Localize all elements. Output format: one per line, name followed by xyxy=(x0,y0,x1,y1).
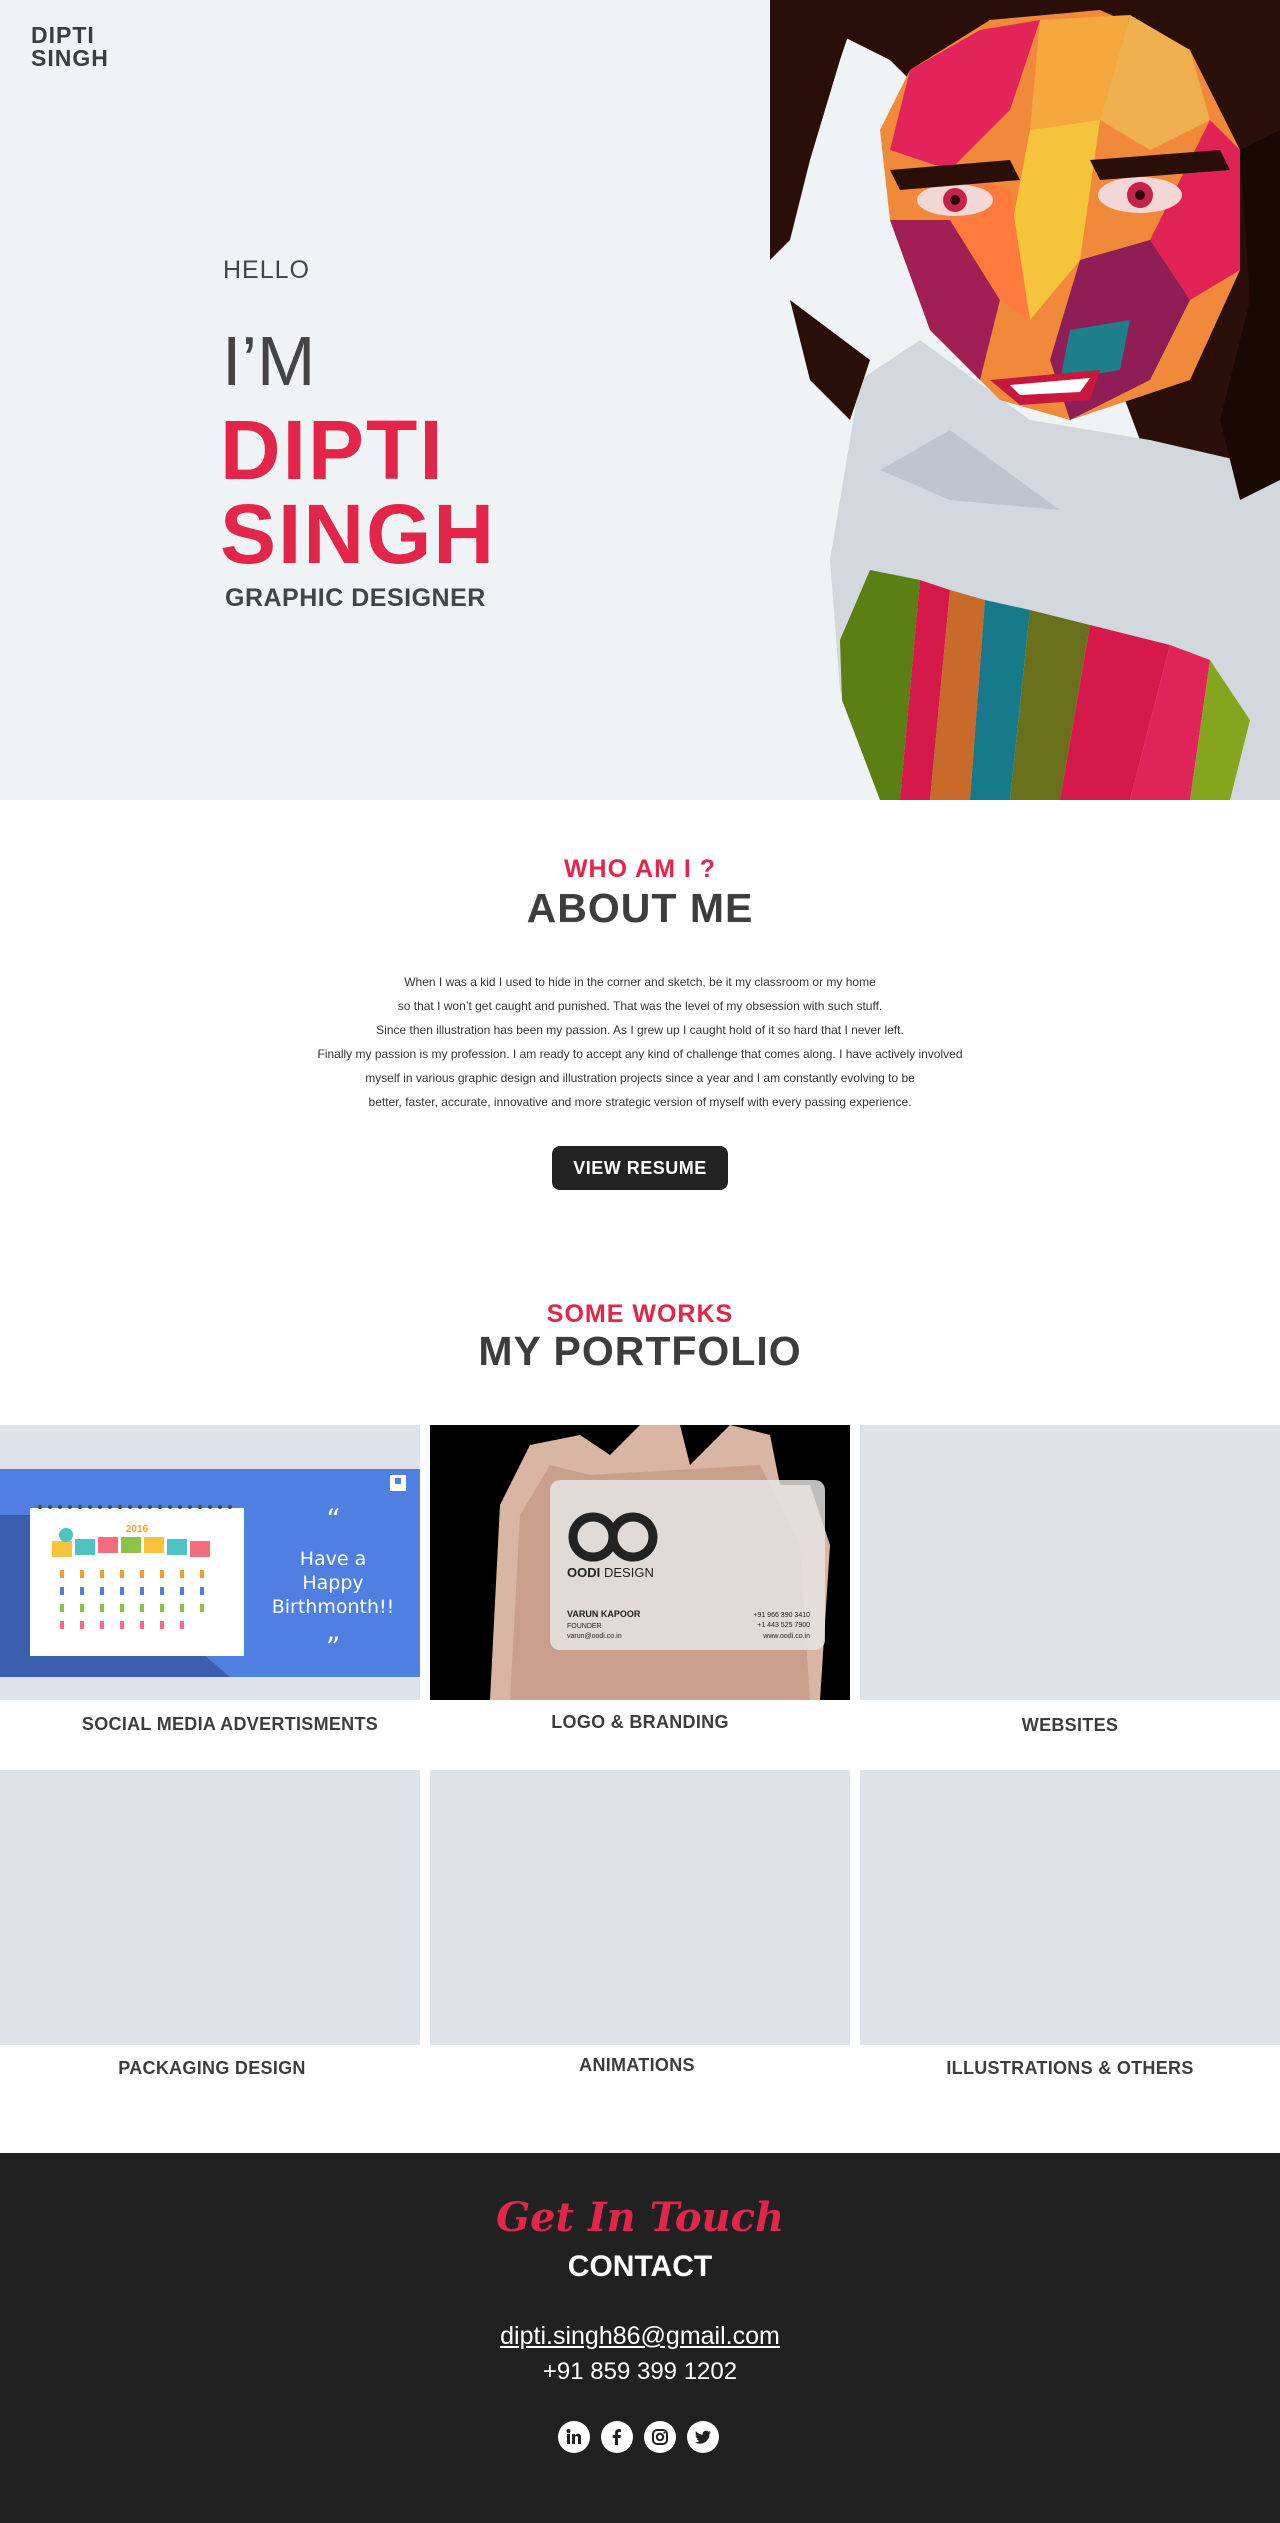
hero-name: DIPTI SINGH xyxy=(220,408,496,576)
portfolio-label-websites[interactable]: WEBSITES xyxy=(860,1715,1280,1736)
about-line: When I was a kid I used to hide in the c… xyxy=(404,975,876,989)
about-line: so that I won’t get caught and punished.… xyxy=(397,999,883,1013)
birthday-card-artwork: 2016 “ Have a Happy Birthmonth!! ” xyxy=(0,1469,420,1677)
card-quote-line3: Birthmonth!! xyxy=(272,1596,395,1618)
contact-email-link[interactable]: dipti.singh86@gmail.com xyxy=(0,2322,1280,2351)
portrait-illustration xyxy=(770,0,1280,800)
logo-line-1: DIPTI xyxy=(31,22,95,48)
contact-phone: +91 859 399 1202 xyxy=(542,2358,738,2385)
card-person: VARUN KAPOOR xyxy=(567,1609,641,1619)
card-year: 2016 xyxy=(126,1524,149,1535)
portfolio-label-logo-branding[interactable]: LOGO & BRANDING xyxy=(430,1712,850,1733)
about-line: better, faster, accurate, innovative and… xyxy=(368,1095,912,1109)
instagram-icon[interactable] xyxy=(644,2421,676,2453)
linkedin-icon[interactable] xyxy=(558,2421,590,2453)
logo-line-2: SINGH xyxy=(31,45,109,71)
view-resume-button[interactable]: VIEW RESUME xyxy=(552,1146,728,1190)
portfolio-kicker: SOME WORKS xyxy=(546,1300,734,1328)
portfolio-tile-social-media[interactable]: 2016 “ Have a Happy Birthmonth!! ” xyxy=(0,1425,420,1700)
hero-first-name: DIPTI xyxy=(220,403,445,497)
portfolio-tile-websites[interactable] xyxy=(860,1425,1280,1700)
portfolio-tile-logo-branding[interactable]: OODI DESIGN VARUN KAPOOR FOUNDER varun@o… xyxy=(430,1425,850,1700)
svg-text:”: ” xyxy=(326,1631,340,1664)
hero-greeting: HELLO xyxy=(223,256,310,284)
twitter-icon[interactable] xyxy=(687,2421,719,2453)
about-line: Since then illustration has been my pass… xyxy=(376,1023,904,1037)
card-brand-bold: OODI xyxy=(567,1565,600,1580)
card-phone2: +1 443 525 7900 xyxy=(757,1622,810,1629)
about-title: ABOUT ME xyxy=(526,885,754,931)
social-links xyxy=(558,2421,719,2453)
facebook-icon[interactable] xyxy=(601,2421,633,2453)
card-web: www.oodi.co.in xyxy=(762,1633,810,1640)
portfolio-tile-animations[interactable] xyxy=(430,1770,850,2045)
hero-section: DIPTI SINGH HELLO I’M DIPTI SINGH GRAPHI… xyxy=(0,0,1280,800)
portfolio-title: MY PORTFOLIO xyxy=(478,1328,802,1374)
card-quote-line1: Have a xyxy=(300,1548,367,1570)
about-kicker: WHO AM I ? xyxy=(563,855,717,883)
portfolio-label-social-media[interactable]: SOCIAL MEDIA ADVERTISMENTS xyxy=(20,1714,440,1735)
about-line: Finally my passion is my profession. I a… xyxy=(317,1047,963,1061)
about-line: myself in various graphic design and ill… xyxy=(365,1071,915,1085)
portfolio-tile-illustrations[interactable] xyxy=(860,1770,1280,2045)
hero-role: GRAPHIC DESIGNER xyxy=(225,584,486,612)
get-in-touch-heading: Get In Touch xyxy=(495,2194,785,2241)
portfolio-label-animations[interactable]: ANIMATIONS xyxy=(427,2055,847,2076)
portfolio-label-packaging[interactable]: PACKAGING DESIGN xyxy=(2,2058,422,2079)
card-quote-line2: Happy xyxy=(302,1572,363,1594)
contact-title: CONTACT xyxy=(567,2250,713,2283)
card-phone1: +91 966 390 3410 xyxy=(753,1612,810,1619)
hero-im: I’M xyxy=(222,322,316,400)
portfolio-tile-packaging[interactable] xyxy=(0,1770,420,2045)
about-paragraph: When I was a kid I used to hide in the c… xyxy=(240,970,1040,1114)
site-logo[interactable]: DIPTI SINGH xyxy=(31,24,109,70)
card-email: varun@oodi.co.in xyxy=(567,1633,622,1640)
svg-text:“: “ xyxy=(326,1503,340,1536)
card-brand-light: DESIGN xyxy=(604,1565,654,1580)
portfolio-label-illustrations[interactable]: ILLUSTRATIONS & OTHERS xyxy=(860,2058,1280,2079)
hero-last-name: SINGH xyxy=(220,487,497,581)
business-card-artwork: OODI DESIGN VARUN KAPOOR FOUNDER varun@o… xyxy=(430,1425,850,1700)
card-person-title: FOUNDER xyxy=(567,1623,602,1630)
